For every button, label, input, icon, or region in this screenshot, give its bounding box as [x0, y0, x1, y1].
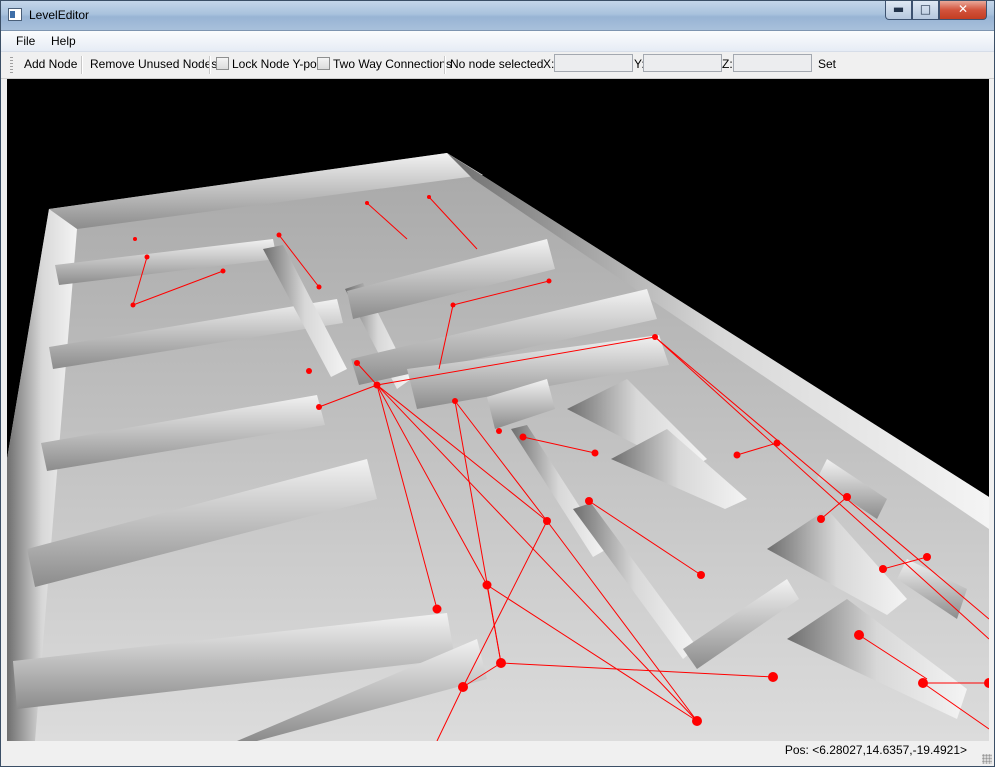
set-button[interactable]: Set: [818, 57, 836, 71]
menu-bar: File Help: [1, 31, 994, 52]
lock-node-y-pos-label[interactable]: Lock Node Y-pos: [232, 57, 323, 71]
two-way-connections-label[interactable]: Two Way Connections: [333, 57, 452, 71]
status-bar: Pos: <6.28027,14.6357,-19.4921>: [1, 742, 994, 766]
z-input[interactable]: [733, 54, 812, 72]
3d-viewport[interactable]: [7, 79, 989, 741]
maximize-button[interactable]: □: [912, 1, 939, 20]
app-icon: [8, 8, 22, 21]
z-label: Z:: [722, 57, 733, 71]
window-title: LevelEditor: [29, 8, 90, 22]
y-input[interactable]: [643, 54, 722, 72]
toolbar-separator: [444, 56, 446, 74]
toolbar-separator: [209, 56, 211, 74]
menu-file[interactable]: File: [16, 34, 35, 48]
close-button[interactable]: ✕: [939, 1, 987, 20]
level-scene-render: [7, 153, 989, 741]
remove-unused-nodes-button[interactable]: Remove Unused Nodes: [90, 57, 217, 71]
menu-help[interactable]: Help: [51, 34, 76, 48]
toolbar-separator: [81, 56, 83, 74]
x-input[interactable]: [554, 54, 633, 72]
camera-position-readout: Pos: <6.28027,14.6357,-19.4921>: [784, 743, 967, 757]
two-way-connections-checkbox[interactable]: [317, 57, 330, 70]
x-label: X:: [543, 57, 555, 71]
lock-node-y-pos-checkbox[interactable]: [216, 57, 229, 70]
resize-grip-icon[interactable]: [982, 754, 992, 764]
minimize-button[interactable]: ▬: [885, 1, 912, 20]
selection-status: No node selected: [450, 57, 544, 71]
add-node-button[interactable]: Add Node: [24, 57, 77, 71]
title-bar[interactable]: LevelEditor ▬ □ ✕: [1, 1, 994, 31]
toolbar: Add Node Remove Unused Nodes Lock Node Y…: [1, 52, 994, 79]
level-editor-window: LevelEditor ▬ □ ✕ File Help Add Node Rem…: [0, 0, 995, 767]
toolbar-grip-icon[interactable]: [10, 57, 13, 73]
